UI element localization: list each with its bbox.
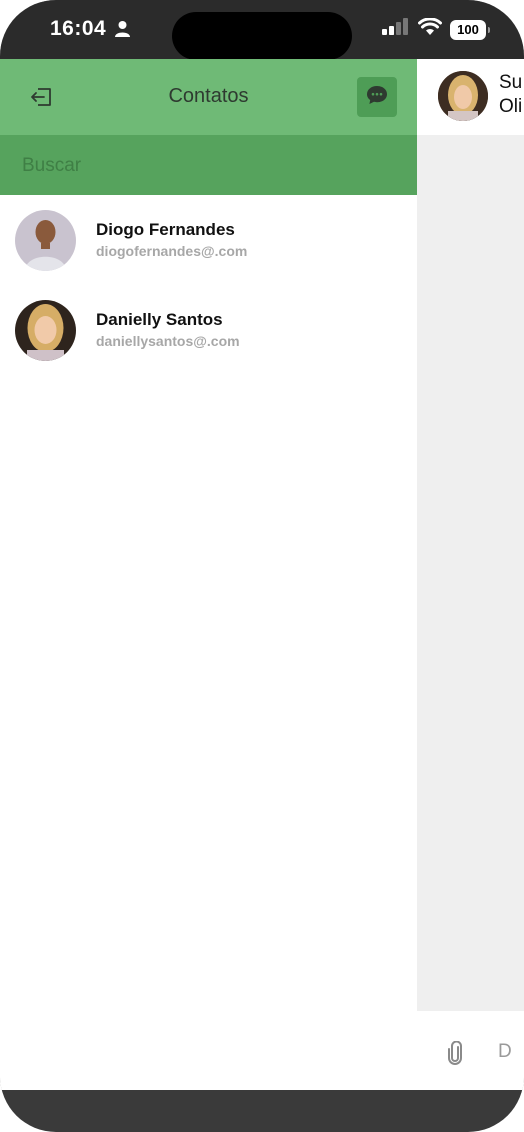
contact-name: Diogo Fernandes bbox=[96, 220, 235, 239]
chat-contact-name-line2: Oli bbox=[499, 96, 523, 117]
avatar bbox=[438, 71, 488, 121]
status-indicators: 100 bbox=[382, 17, 490, 41]
avatar bbox=[15, 210, 76, 271]
list-item[interactable]: Diogo Fernandes diogofernandes@.com bbox=[0, 195, 417, 285]
contact-name: Danielly Santos bbox=[96, 310, 223, 329]
search-bar bbox=[0, 135, 417, 195]
dynamic-island bbox=[172, 12, 352, 60]
page-title: Contatos bbox=[168, 85, 249, 107]
screen: 16:04 100 Su Oli D Contatos Buscar Diogo… bbox=[0, 0, 524, 1090]
chat-contact-name: Su Oli bbox=[499, 71, 524, 119]
paperclip-icon[interactable] bbox=[446, 1040, 464, 1070]
phone-frame: 16:04 100 Su Oli D Contatos Buscar Diogo… bbox=[0, 0, 524, 1132]
search-input[interactable] bbox=[20, 148, 404, 184]
contact-email: diogofernandes@.com bbox=[96, 243, 248, 259]
signal-icon bbox=[382, 18, 410, 41]
chat-contact-name-line1: Su bbox=[499, 72, 523, 93]
chat-bubble-icon bbox=[366, 85, 388, 110]
person-icon bbox=[114, 20, 131, 42]
message-input[interactable]: D bbox=[498, 1041, 512, 1063]
contact-email: daniellysantos@.com bbox=[96, 333, 240, 349]
wifi-icon bbox=[418, 17, 442, 41]
status-time: 16:04 bbox=[50, 17, 107, 40]
battery-indicator: 100 bbox=[450, 19, 490, 40]
status-bar: 16:04 100 bbox=[0, 0, 524, 60]
avatar bbox=[15, 300, 76, 361]
chat-header[interactable]: Su Oli bbox=[417, 59, 524, 135]
new-chat-button[interactable] bbox=[357, 77, 397, 117]
list-item[interactable]: Danielly Santos daniellysantos@.com bbox=[0, 285, 417, 375]
contacts-header: Contatos bbox=[0, 59, 417, 135]
contacts-panel: Contatos Buscar Diogo Fernandes diogofer… bbox=[0, 59, 417, 1011]
